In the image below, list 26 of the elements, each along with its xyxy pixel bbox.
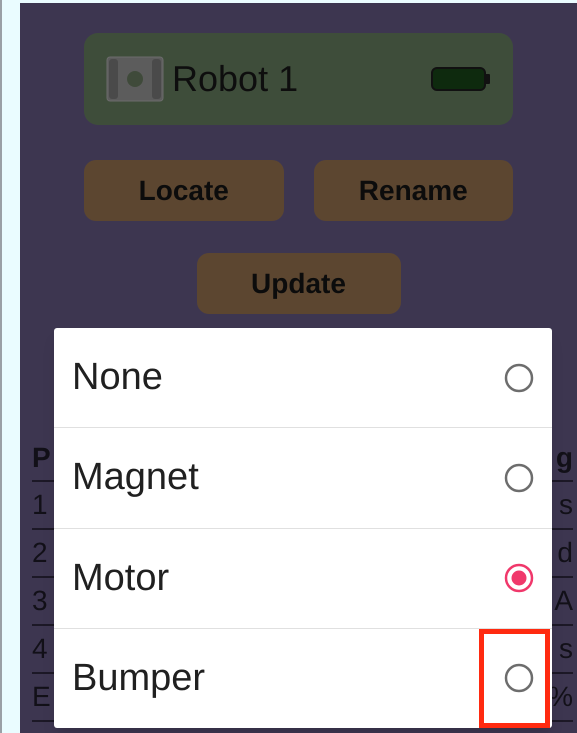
option-row[interactable]: None: [54, 328, 552, 428]
radio-button[interactable]: [504, 663, 534, 694]
option-label: Motor: [72, 556, 170, 601]
column-header: g: [556, 441, 573, 475]
table-cell-text: E: [32, 680, 51, 714]
table-cell-text: 2: [32, 536, 48, 570]
radio-button[interactable]: [504, 462, 534, 493]
radio-button[interactable]: [504, 362, 534, 393]
robot-name: Robot 1: [172, 57, 298, 101]
table-cell-text: 4: [32, 632, 48, 666]
option-row[interactable]: Magnet: [54, 427, 552, 528]
option-label: Magnet: [72, 455, 199, 500]
option-row[interactable]: Bumper: [54, 628, 552, 728]
option-label: None: [72, 355, 163, 400]
radio-button[interactable]: [504, 563, 534, 594]
table-cell-text: d: [557, 536, 573, 570]
option-row[interactable]: Motor: [54, 528, 552, 628]
table-cell-text: s: [559, 488, 573, 522]
table-cell-text: s: [559, 632, 573, 666]
table-cell-text: 1: [32, 488, 48, 522]
battery-icon: [431, 67, 491, 91]
robot-icon: [106, 56, 164, 102]
column-header: P: [32, 441, 51, 475]
table-cell-text: 3: [32, 584, 48, 618]
table-cell-text: A: [554, 584, 573, 618]
option-label: Bumper: [72, 656, 206, 701]
